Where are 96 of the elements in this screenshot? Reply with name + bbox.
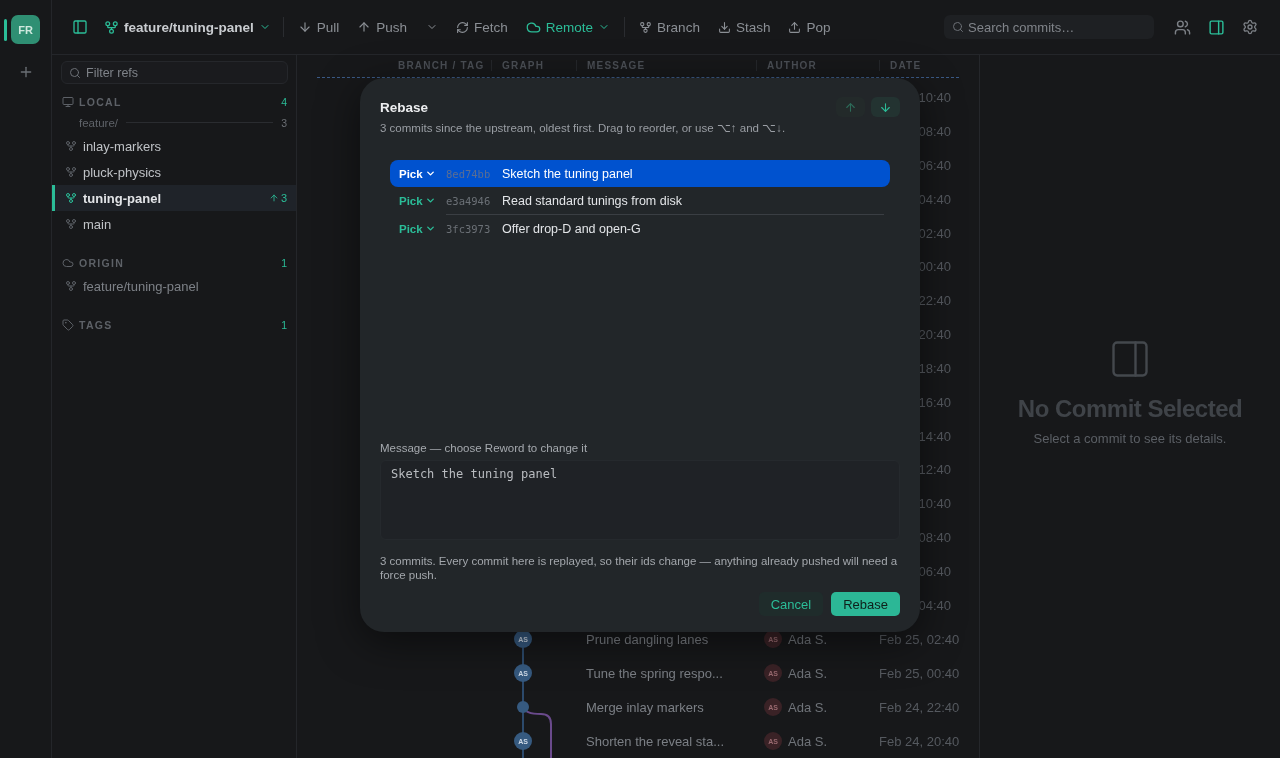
dialog-title: Rebase: [380, 100, 430, 115]
commit-date: 10:40: [917, 90, 952, 106]
tray-out-icon: [788, 20, 802, 34]
commit-message: Tune the spring respo...: [585, 665, 724, 681]
branch-name: inlay-markers: [83, 138, 162, 154]
commit-date: 20:40: [917, 327, 952, 343]
commit-date: 16:40: [917, 394, 952, 410]
commit-message: Prune dangling lanes: [585, 631, 710, 647]
cloud-icon: [525, 19, 541, 35]
toolbar-button[interactable]: Fetch: [448, 15, 516, 39]
branch-icon: [65, 218, 77, 230]
branch-icon: [65, 192, 77, 204]
commit-hash: 3fc3973: [446, 222, 492, 235]
column-header: GRAPH: [491, 60, 576, 72]
ahead-count: 3: [268, 192, 287, 204]
monitor-icon: [62, 96, 74, 108]
branch-icon: [65, 166, 77, 178]
commit-date: 10:40: [917, 496, 952, 512]
toolbar-button[interactable]: Push: [349, 15, 447, 39]
rebase-note: 3 commits. Every commit here is replayed, so their ids change — anything already pushed will need a force push.: [380, 554, 899, 582]
action-dropdown[interactable]: Pick: [399, 167, 446, 180]
branch-item[interactable]: main: [52, 211, 296, 237]
branch-name: pluck-physics: [83, 164, 163, 180]
ref-count: 4: [281, 96, 287, 108]
branch-name: tuning-panel: [83, 190, 162, 206]
commit-date: 12:40: [917, 462, 952, 478]
filter-field[interactable]: Filter refs: [61, 61, 288, 84]
commit-date: Feb 24, 20:40: [879, 733, 961, 749]
branch-selector[interactable]: feature/tuning-panel: [98, 15, 277, 39]
search-icon: [69, 66, 81, 79]
chevron-down-icon: [424, 168, 436, 179]
commit-date: 22:40: [917, 293, 952, 309]
refresh-icon: [456, 20, 470, 34]
commit-message: Shorten the reveal sta...: [585, 733, 726, 749]
commit-date: Feb 24, 22:40: [879, 699, 961, 715]
commit-date: Feb 25, 00:40: [879, 665, 961, 681]
commit-date: 14:40: [917, 428, 952, 444]
section-label: TAGS: [79, 319, 114, 331]
column-header: BRANCH / TAG: [397, 60, 486, 72]
section-label: ORIGIN: [79, 257, 126, 269]
rebase-commit-row[interactable]: Pick 8ed74bb Sketch the tuning panel: [390, 160, 890, 187]
branch-icon: [65, 140, 77, 152]
section-label: LOCAL: [79, 96, 123, 108]
commit-date: 18:40: [917, 360, 952, 376]
message-field[interactable]: Sketch the tuning panel: [380, 460, 900, 540]
ref-count: 3: [281, 116, 287, 129]
arrow-up-icon: [268, 193, 279, 203]
commit-message: Read standard tunings from disk: [502, 193, 682, 208]
commit-message: Sketch the tuning panel: [502, 166, 633, 181]
author-name: Ada S.: [788, 631, 828, 647]
search-icon: [952, 21, 964, 33]
action-dropdown[interactable]: Pick: [399, 194, 446, 207]
arrow-down-icon: [879, 100, 892, 114]
group-label: feature/: [79, 116, 118, 129]
rebase-button[interactable]: Rebase: [831, 592, 900, 616]
branch-name: main: [83, 216, 113, 232]
cancel-button[interactable]: Cancel: [758, 592, 824, 616]
column-header: MESSAGE: [576, 60, 756, 72]
commit-message: Merge inlay markers: [585, 699, 705, 715]
author-name: Ada S.: [788, 733, 828, 749]
commit-hash: e3a4946: [446, 194, 492, 207]
search-field[interactable]: Search commits…: [944, 15, 1154, 39]
branch-icon: [104, 19, 119, 35]
branch-item[interactable]: feature/tuning-panel: [52, 273, 296, 299]
arrow-up-icon: [844, 100, 857, 114]
author-name: Ada S.: [788, 699, 828, 715]
rebase-commit-row[interactable]: Pick 3fc3973 Offer drop-D and open-G: [390, 215, 890, 242]
message-label: Message — choose Reword to change it: [380, 442, 589, 454]
branch-item[interactable]: pluck-physics: [52, 159, 296, 185]
cloud-icon: [62, 257, 74, 269]
toolbar-button[interactable]: Pop: [780, 15, 839, 39]
branch-name: feature/tuning-panel: [83, 278, 200, 294]
author-name: Ada S.: [788, 665, 828, 681]
ref-count: 1: [281, 257, 287, 269]
commit-message: Offer drop-D and open-G: [502, 221, 641, 236]
tray-in-icon: [717, 20, 731, 34]
rebase-commit-row[interactable]: Pick e3a4946 Read standard tunings from disk: [390, 187, 890, 214]
action-dropdown[interactable]: Pick: [399, 222, 446, 235]
dialog-subtitle: 3 commits since the upstream, oldest first. Drag to reorder, or use ⌥↑ and ⌥↓.: [380, 121, 787, 135]
branch-icon: [639, 20, 653, 34]
chevron-down-icon: [424, 195, 436, 206]
branch-item[interactable]: tuning-panel 3: [52, 185, 296, 211]
column-header: AUTHOR: [756, 60, 879, 72]
tag-icon: [62, 319, 74, 331]
move-down-button[interactable]: [871, 97, 900, 117]
ref-count: 1: [281, 319, 287, 331]
toolbar-button[interactable]: Pull: [289, 15, 348, 39]
branch-icon: [65, 280, 77, 292]
toolbar-button[interactable]: Branch: [631, 15, 708, 39]
chevron-down-icon: [424, 223, 436, 234]
commit-hash: 8ed74bb: [446, 167, 492, 180]
empty-hint: Select a commit to see its details.: [1033, 431, 1227, 446]
branch-item[interactable]: inlay-markers: [52, 133, 296, 159]
toolbar-button[interactable]: Remote: [517, 15, 619, 39]
column-header: DATE: [879, 60, 979, 72]
toolbar-button[interactable]: Stash: [709, 15, 779, 39]
